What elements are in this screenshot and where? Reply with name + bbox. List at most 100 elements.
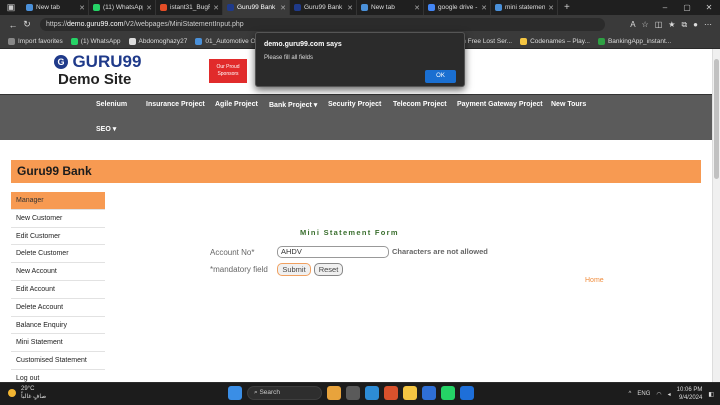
page-scrollbar[interactable] [712, 49, 720, 382]
whatsapp-icon[interactable] [441, 386, 455, 400]
bookmark-item[interactable]: Codenames – Play... [520, 37, 590, 45]
sidebar-item[interactable]: Delete Customer [11, 245, 105, 264]
browser-tab[interactable]: (11) WhatsApp ✕ [89, 0, 156, 15]
office-icon[interactable] [384, 386, 398, 400]
window-menu-icon[interactable]: ▣ [0, 0, 22, 15]
widgets-icon[interactable] [327, 386, 341, 400]
nav-item[interactable]: Bank Project ▾ [269, 101, 317, 109]
browser-tab[interactable]: Guru99 Bank Ho✕ [290, 0, 357, 15]
sidebar-item[interactable]: Edit Customer [11, 228, 105, 246]
tab-favicon [26, 4, 33, 11]
close-tab-icon[interactable]: ✕ [344, 4, 356, 12]
nav-item[interactable]: Security Project [328, 101, 381, 108]
close-tab-icon[interactable]: ✕ [411, 4, 423, 12]
account-input[interactable]: AHDV [277, 246, 389, 258]
nav-item[interactable]: Payment Gateway Project [457, 101, 543, 108]
reset-button[interactable]: Reset [314, 263, 343, 276]
close-tab-icon[interactable]: ✕ [76, 4, 88, 12]
tab-favicon [160, 4, 167, 11]
tab-title: istant31_BugRep [170, 4, 210, 11]
refresh-icon[interactable]: ↻ [20, 19, 34, 30]
close-window-icon[interactable]: ✕ [698, 0, 720, 15]
sidebar-item[interactable]: Mini Statement [11, 334, 105, 353]
close-tab-icon[interactable]: ✕ [143, 4, 155, 12]
collections-icon[interactable]: ⧉ [681, 20, 687, 30]
system-tray: ^ ENG ◠ ◂ 10:06 PM 9/4/2024 ◧ [629, 386, 714, 402]
sun-icon [8, 389, 16, 397]
caret-down-icon: ▾ [110, 126, 117, 133]
bookmark-item[interactable]: (1) WhatsApp [70, 37, 121, 45]
submit-button[interactable]: Submit [277, 263, 311, 276]
toolbar-actions: A ☆ ◫ ★ ⧉ ● ⋯ [630, 20, 720, 30]
sidebar-item[interactable]: Customised Statement [11, 352, 105, 370]
tab-favicon [294, 4, 301, 11]
split-screen-icon[interactable]: ◫ [655, 20, 663, 30]
bookmark-item[interactable]: Abdomoghazy27 [128, 37, 187, 45]
bookmark-item[interactable]: Import favorites [8, 37, 63, 45]
sidebar-item[interactable]: Balance Enquiry [11, 317, 105, 335]
close-tab-icon[interactable]: ✕ [277, 4, 289, 12]
browser-tab[interactable]: New tab ✕ [22, 0, 89, 15]
browser-tab[interactable]: istant31_BugRep✕ [156, 0, 223, 15]
close-tab-icon[interactable]: ✕ [545, 4, 557, 12]
more-icon[interactable]: ⋯ [704, 20, 712, 30]
back-icon[interactable]: ← [6, 20, 20, 30]
volume-icon[interactable]: ◂ [668, 391, 671, 398]
bookmark-item[interactable]: BankingApp_instant... [597, 37, 672, 45]
dialog-ok-button[interactable]: OK [425, 70, 456, 83]
file-explorer-icon[interactable] [403, 386, 417, 400]
read-aloud-icon[interactable]: A [630, 20, 635, 30]
browser-icon[interactable] [460, 386, 474, 400]
nav-label: Selenium [96, 101, 128, 108]
browser-tab[interactable]: mini statemen li✕ [491, 0, 558, 15]
nav-label: Telecom Project [393, 101, 447, 108]
nav-item[interactable]: Selenium [96, 101, 127, 108]
tab-strip: ▣ New tab✕(11) WhatsApp✕istant31_BugRep✕… [0, 0, 720, 15]
close-tab-icon[interactable]: ✕ [210, 4, 222, 12]
search-label: Search [259, 389, 281, 396]
clock[interactable]: 10:06 PM 9/4/2024 [677, 386, 703, 402]
task-view-icon[interactable] [346, 386, 360, 400]
start-icon[interactable] [228, 386, 242, 400]
taskbar-search[interactable]: ⌕ Search [247, 386, 322, 400]
tab-favicon [93, 4, 100, 11]
guru99-logo[interactable]: G GURU99 Demo Site [54, 52, 142, 88]
sidebar-item[interactable]: Log out [11, 370, 105, 382]
sidebar-item[interactable]: Edit Account [11, 281, 105, 299]
bookmark-label: BankingApp_instant... [607, 37, 672, 45]
edge-icon[interactable] [365, 386, 379, 400]
favorite-star-icon[interactable]: ☆ [642, 20, 649, 30]
tray-chevron-icon[interactable]: ^ [629, 391, 632, 397]
store-icon[interactable] [422, 386, 436, 400]
weather-widget[interactable]: 29°C صافٍ غالباً [8, 385, 46, 401]
wifi-icon[interactable]: ◠ [656, 391, 661, 398]
maximize-icon[interactable]: ▢ [676, 0, 698, 15]
nav-item[interactable]: New Tours [551, 101, 586, 108]
nav-item[interactable]: Insurance Project [146, 101, 205, 108]
tab-title: Guru99 Bank Mi [237, 4, 277, 11]
sponsor-ad[interactable]: Our Proud Sponsors [209, 59, 247, 83]
minimize-icon[interactable]: – [654, 0, 676, 15]
nav-item[interactable]: SEO ▾ [96, 125, 116, 133]
nav-item[interactable]: Telecom Project [393, 101, 447, 108]
new-tab-button[interactable]: + [558, 2, 576, 13]
clock-time: 10:06 PM [676, 387, 703, 393]
bookmark-label: (1) WhatsApp [80, 37, 121, 45]
browser-tab[interactable]: google drive - Se✕ [424, 0, 491, 15]
sidebar-item[interactable]: Delete Account [11, 299, 105, 317]
browser-tab[interactable]: Guru99 Bank Mi✕ [223, 0, 290, 15]
close-tab-icon[interactable]: ✕ [478, 4, 490, 12]
browser-tab[interactable]: New tab ✕ [357, 0, 424, 15]
favorites-icon[interactable]: ★ [668, 20, 675, 30]
language-indicator[interactable]: ENG [637, 391, 650, 397]
sidebar-item[interactable]: New Customer [11, 210, 105, 228]
logo-text: GURU99 [72, 52, 142, 71]
home-link[interactable]: Home [585, 277, 604, 284]
url-field[interactable]: https://demo.guru99.com/V2/webpages/Mini… [40, 18, 605, 31]
weather-desc: صافٍ غالباً [21, 394, 47, 400]
scroll-thumb[interactable] [714, 59, 719, 179]
notification-icon[interactable]: ◧ [708, 391, 714, 398]
sidebar-item[interactable]: New Account [11, 263, 105, 281]
nav-item[interactable]: Agile Project [215, 101, 258, 108]
profile-icon[interactable]: ● [693, 20, 698, 30]
